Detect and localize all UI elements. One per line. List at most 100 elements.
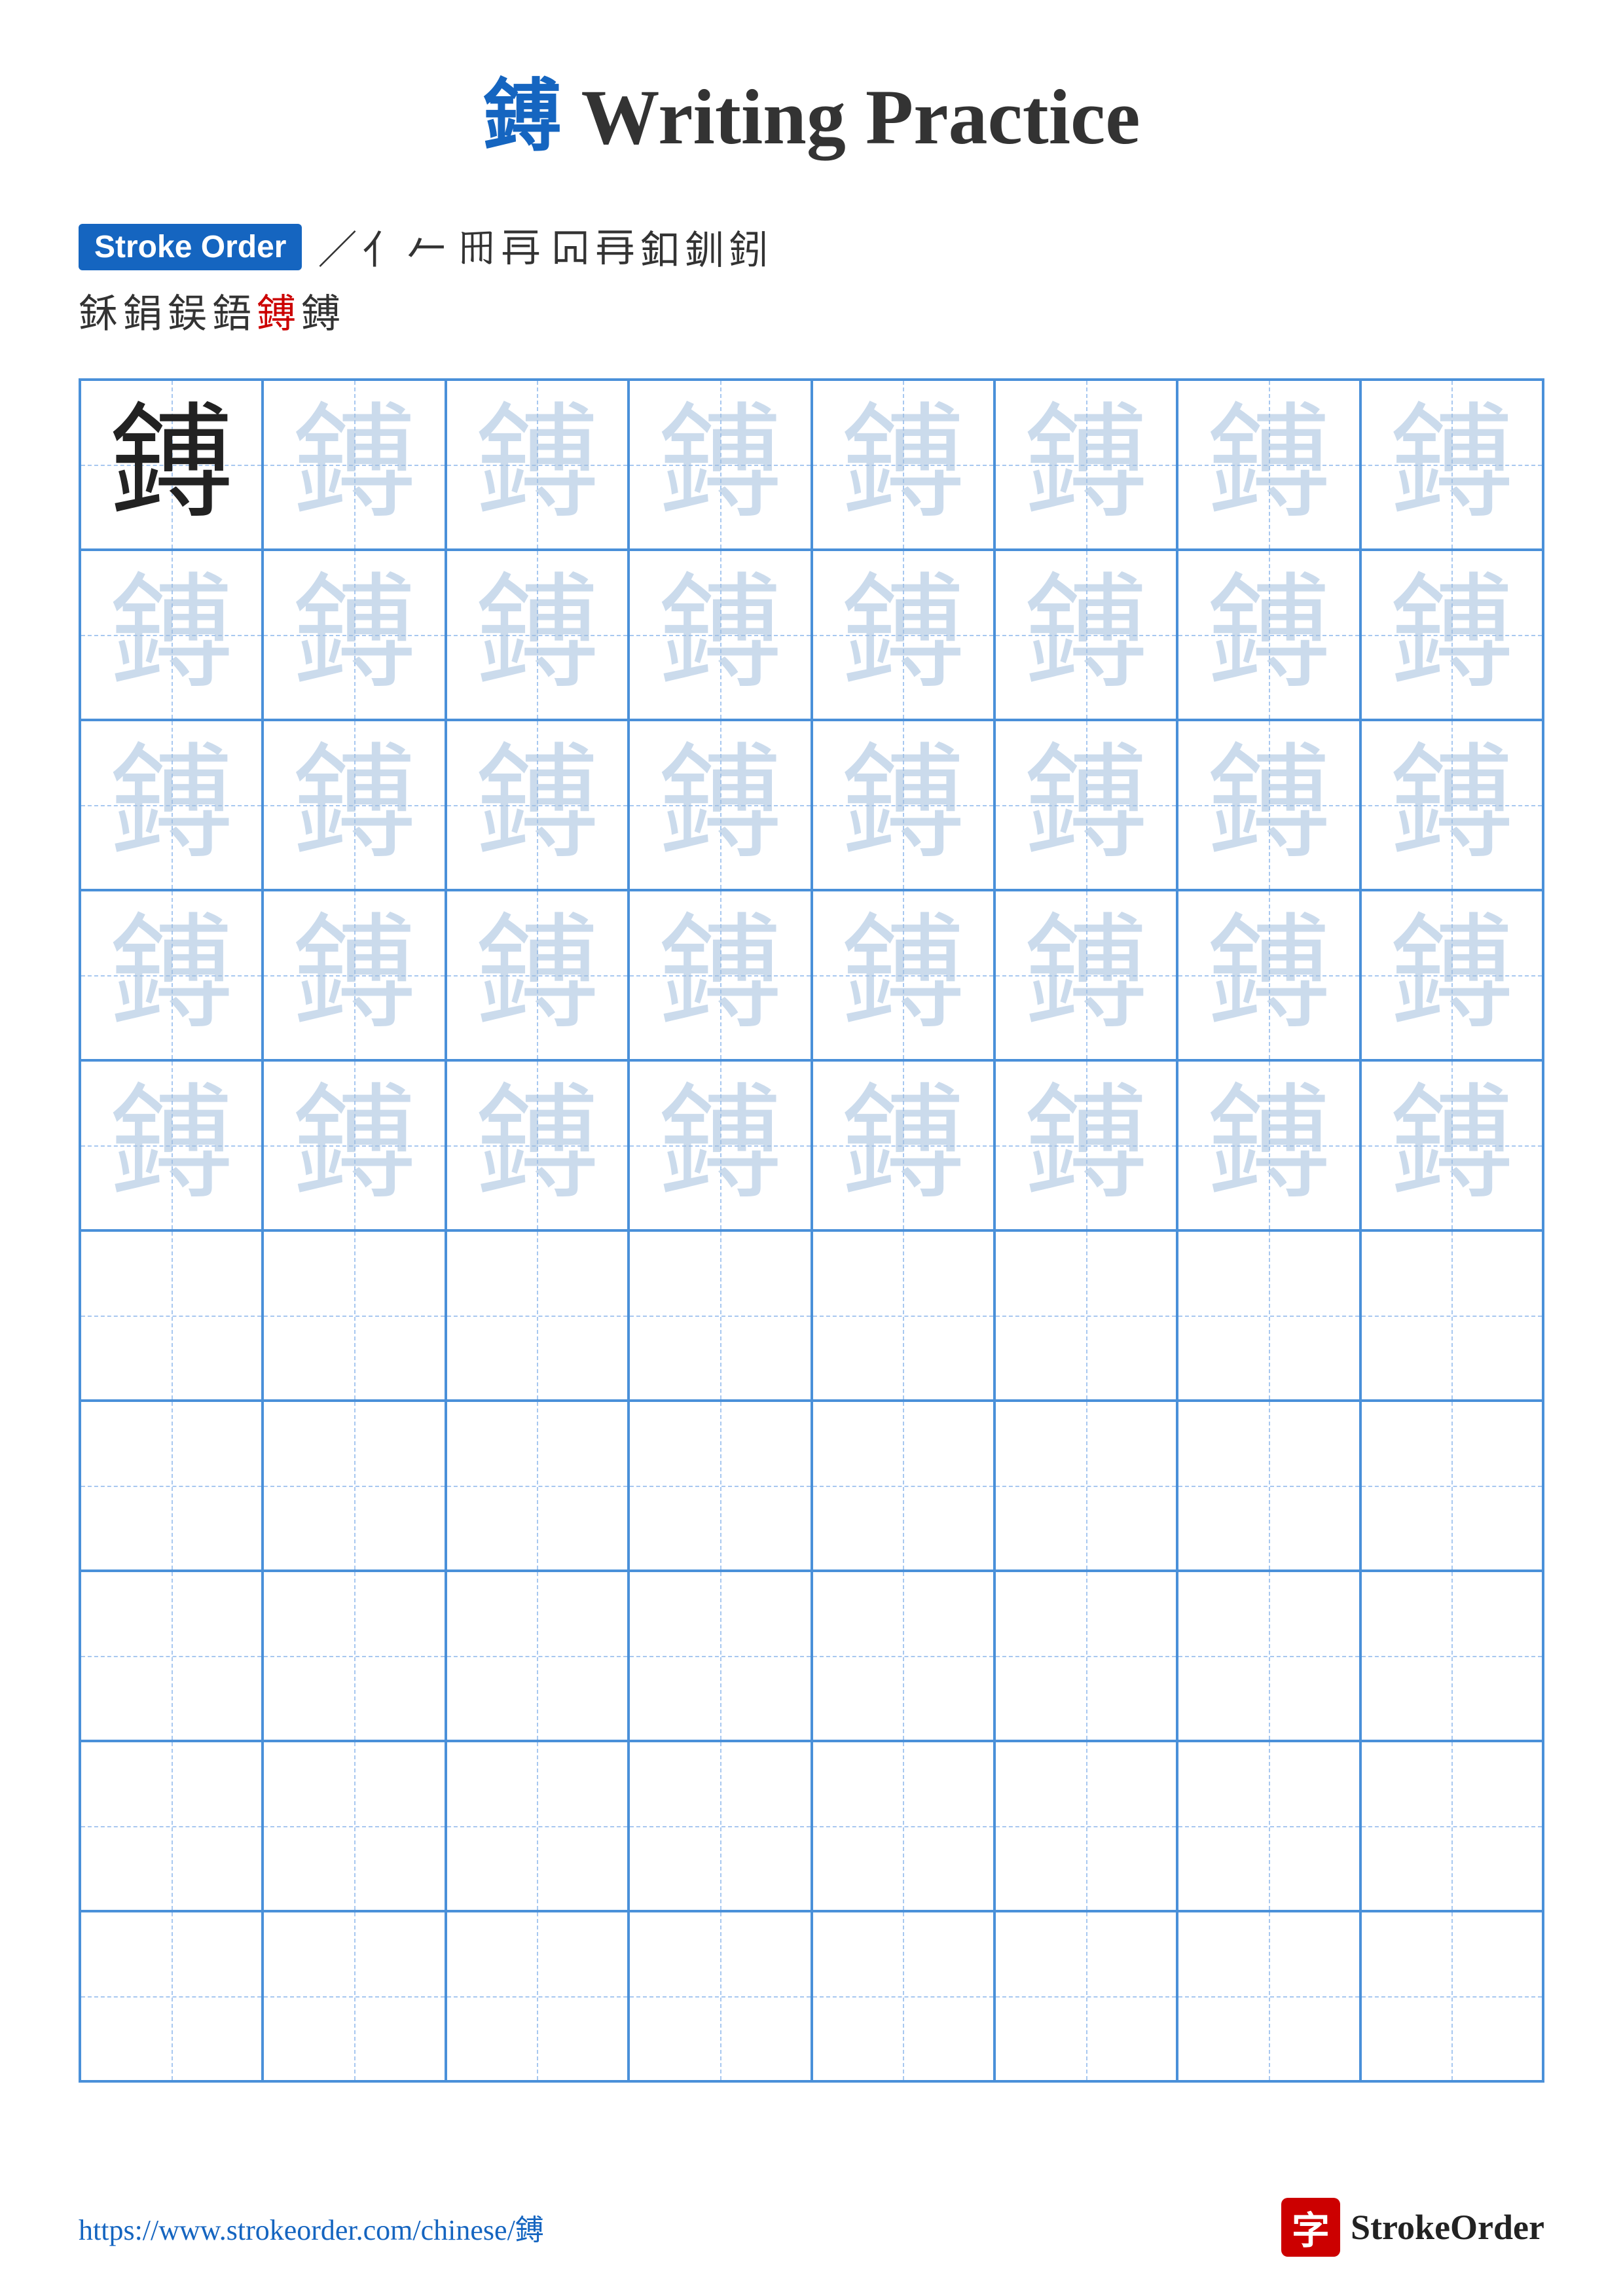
grid-cell-r5-c1: 鎛	[80, 1060, 263, 1230]
grid-cell-r6-c3[interactable]	[446, 1230, 629, 1401]
footer: https://www.strokeorder.com/chinese/鎛 字 …	[79, 2198, 1544, 2257]
stroke-1: ／	[318, 219, 357, 276]
grid-cell-r2-c5: 鎛	[812, 550, 994, 720]
logo-icon: 字	[1281, 2198, 1340, 2257]
grid-cell-r4-c5: 鎛	[812, 890, 994, 1060]
grid-cell-r7-c1[interactable]	[80, 1401, 263, 1571]
grid-cell-r3-c7: 鎛	[1177, 720, 1360, 890]
practice-char-light: 鎛	[292, 403, 416, 527]
grid-cell-r10-c7[interactable]	[1177, 1911, 1360, 2081]
grid-cell-r4-c4: 鎛	[629, 890, 811, 1060]
grid-cell-r8-c1[interactable]	[80, 1571, 263, 1741]
stroke-17: 鎛	[257, 282, 296, 339]
grid-cell-r7-c7[interactable]	[1177, 1401, 1360, 1571]
grid-cell-r7-c3[interactable]	[446, 1401, 629, 1571]
grid-cell-r10-c2[interactable]	[263, 1911, 445, 2081]
grid-cell-r8-c4[interactable]	[629, 1571, 811, 1741]
grid-cell-r1-c2: 鎛	[263, 380, 445, 550]
stroke-13: 鉌	[79, 282, 118, 339]
stroke-18: 鎛	[301, 282, 340, 339]
practice-char-light: 鎛	[658, 403, 782, 527]
stroke-2: 亻	[362, 219, 401, 276]
grid-cell-r9-c7[interactable]	[1177, 1741, 1360, 1911]
grid-cell-r7-c2[interactable]	[263, 1401, 445, 1571]
grid-cell-r9-c8[interactable]	[1360, 1741, 1543, 1911]
grid-cell-r4-c7: 鎛	[1177, 890, 1360, 1060]
grid-cell-r1-c4: 鎛	[629, 380, 811, 550]
stroke-5: 𠕁	[456, 224, 496, 270]
grid-cell-r3-c4: 鎛	[629, 720, 811, 890]
stroke-6: 𠕂	[501, 223, 540, 271]
practice-char-light: 鎛	[475, 403, 599, 527]
grid-cell-r2-c2: 鎛	[263, 550, 445, 720]
grid-cell-r10-c1[interactable]	[80, 1911, 263, 2081]
grid-cell-r6-c8[interactable]	[1360, 1230, 1543, 1401]
grid-cell-r7-c8[interactable]	[1360, 1401, 1543, 1571]
grid-cell-r6-c2[interactable]	[263, 1230, 445, 1401]
grid-cell-r5-c2: 鎛	[263, 1060, 445, 1230]
grid-cell-r9-c3[interactable]	[446, 1741, 629, 1911]
stroke-8: 𠕄	[551, 223, 590, 271]
grid-cell-r10-c6[interactable]	[994, 1911, 1177, 2081]
grid-cell-r10-c5[interactable]	[812, 1911, 994, 2081]
grid-cell-r8-c6[interactable]	[994, 1571, 1177, 1741]
stroke-14: 鋗	[123, 282, 162, 339]
grid-cell-r1-c6: 鎛	[994, 380, 1177, 550]
grid-cell-r6-c7[interactable]	[1177, 1230, 1360, 1401]
title-text: Writing Practice	[581, 73, 1140, 160]
grid-cell-r9-c2[interactable]	[263, 1741, 445, 1911]
grid-cell-r4-c6: 鎛	[994, 890, 1177, 1060]
logo-text: StrokeOrder	[1351, 2207, 1544, 2248]
grid-cell-r1-c7: 鎛	[1177, 380, 1360, 550]
grid-cell-r4-c2: 鎛	[263, 890, 445, 1060]
grid-cell-r8-c8[interactable]	[1360, 1571, 1543, 1741]
grid-cell-r2-c1: 鎛	[80, 550, 263, 720]
grid-cell-r3-c5: 鎛	[812, 720, 994, 890]
practice-char-dark: 鎛	[109, 403, 234, 527]
grid-cell-r2-c3: 鎛	[446, 550, 629, 720]
grid-cell-r6-c5[interactable]	[812, 1230, 994, 1401]
grid-cell-r9-c5[interactable]	[812, 1741, 994, 1911]
grid-cell-r4-c3: 鎛	[446, 890, 629, 1060]
grid-cell-r8-c3[interactable]	[446, 1571, 629, 1741]
grid-cell-r2-c7: 鎛	[1177, 550, 1360, 720]
grid-cell-r6-c4[interactable]	[629, 1230, 811, 1401]
grid-cell-r9-c4[interactable]	[629, 1741, 811, 1911]
grid-cell-r7-c4[interactable]	[629, 1401, 811, 1571]
stroke-order-row-1: Stroke Order ／ 亻 𠂉 𠁼 𠕁 𠕂 𠕃 𠕄 𠕅 釦 釧 鈏	[79, 219, 1544, 276]
grid-cell-r10-c3[interactable]	[446, 1911, 629, 2081]
grid-cell-r7-c6[interactable]	[994, 1401, 1177, 1571]
stroke-9: 𠕅	[595, 223, 634, 271]
stroke-15: 鋘	[168, 282, 207, 339]
grid-cell-r3-c6: 鎛	[994, 720, 1177, 890]
grid-cell-r8-c2[interactable]	[263, 1571, 445, 1741]
grid-cell-r8-c5[interactable]	[812, 1571, 994, 1741]
stroke-order-section: Stroke Order ／ 亻 𠂉 𠁼 𠕁 𠕂 𠕃 𠕄 𠕅 釦 釧 鈏 鉌 鋗…	[79, 219, 1544, 339]
grid-cell-r3-c8: 鎛	[1360, 720, 1543, 890]
footer-logo: 字 StrokeOrder	[1281, 2198, 1544, 2257]
grid-cell-r1-c5: 鎛	[812, 380, 994, 550]
grid-cell-r10-c8[interactable]	[1360, 1911, 1543, 2081]
grid-cell-r3-c3: 鎛	[446, 720, 629, 890]
grid-cell-r2-c4: 鎛	[629, 550, 811, 720]
grid-cell-r5-c3: 鎛	[446, 1060, 629, 1230]
footer-url[interactable]: https://www.strokeorder.com/chinese/鎛	[79, 2206, 544, 2248]
grid-cell-r5-c5: 鎛	[812, 1060, 994, 1230]
grid-cell-r7-c5[interactable]	[812, 1401, 994, 1571]
grid-cell-r6-c6[interactable]	[994, 1230, 1177, 1401]
grid-cell-r1-c3: 鎛	[446, 380, 629, 550]
page-title: 鎛 Writing Practice	[79, 52, 1544, 166]
grid-cell-r9-c1[interactable]	[80, 1741, 263, 1911]
grid-cell-r4-c8: 鎛	[1360, 890, 1543, 1060]
grid-cell-r9-c6[interactable]	[994, 1741, 1177, 1911]
stroke-11: 釧	[684, 219, 723, 276]
stroke-12: 鈏	[729, 219, 768, 276]
grid-cell-r10-c4[interactable]	[629, 1911, 811, 2081]
grid-cell-r8-c7[interactable]	[1177, 1571, 1360, 1741]
grid-cell-r3-c1: 鎛	[80, 720, 263, 890]
grid-cell-r1-c1: 鎛	[80, 380, 263, 550]
grid-cell-r5-c8: 鎛	[1360, 1060, 1543, 1230]
practice-char-light: 鎛	[1024, 403, 1148, 527]
grid-cell-r6-c1[interactable]	[80, 1230, 263, 1401]
practice-char-light: 鎛	[841, 403, 965, 527]
